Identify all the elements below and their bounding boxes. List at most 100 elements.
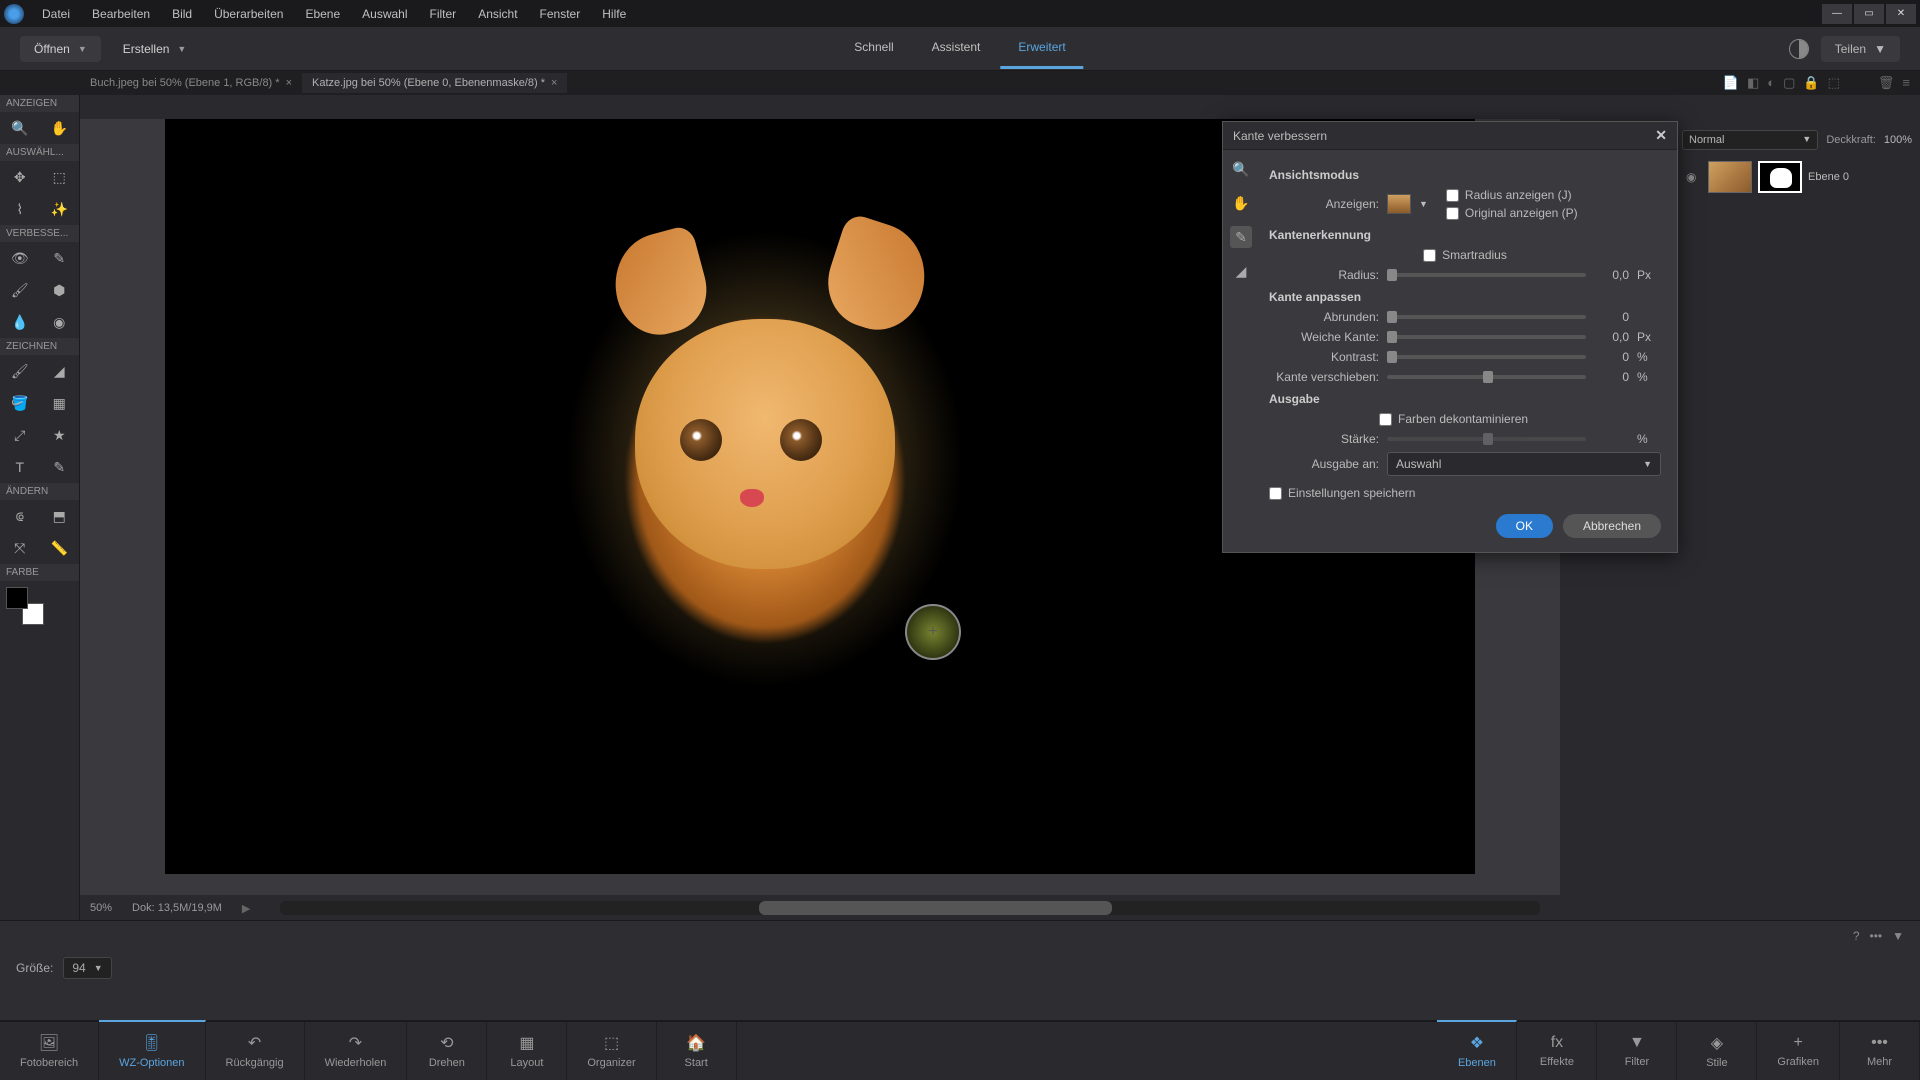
share-button[interactable]: Teilen ▼ <box>1821 36 1900 62</box>
shape-tool[interactable]: ★ <box>40 419 80 451</box>
smooth-value[interactable]: 0 <box>1594 310 1629 324</box>
menu-window[interactable]: Fenster <box>530 3 591 25</box>
graphics-panel-button[interactable]: +Grafiken <box>1757 1022 1840 1080</box>
close-icon[interactable]: × <box>286 77 292 89</box>
menu-help[interactable]: Hilfe <box>592 3 636 25</box>
adjustment-layer-icon[interactable]: ◐ <box>1767 75 1775 91</box>
dialog-zoom-tool[interactable]: 🔍 <box>1230 158 1252 180</box>
smart-brush-tool[interactable]: 🖌 <box>0 274 40 306</box>
chevron-down-icon[interactable]: ▼ <box>1419 199 1428 209</box>
layer-group-icon[interactable]: ◧ <box>1747 75 1759 91</box>
opacity-value[interactable]: 100% <box>1884 134 1912 146</box>
close-window-button[interactable]: ✕ <box>1886 4 1916 24</box>
view-mode-thumbnail[interactable] <box>1387 194 1411 214</box>
close-icon[interactable]: × <box>551 77 557 89</box>
layer-name[interactable]: Ebene 0 <box>1808 171 1849 183</box>
close-icon[interactable]: ✕ <box>1655 127 1667 144</box>
dialog-titlebar[interactable]: Kante verbessern ✕ <box>1223 122 1677 150</box>
spot-heal-tool[interactable]: ✎ <box>40 242 80 274</box>
minimize-button[interactable]: — <box>1822 4 1852 24</box>
lasso-tool[interactable]: ⌇ <box>0 193 40 225</box>
pencil-tool[interactable]: ✎ <box>40 451 80 483</box>
help-icon[interactable]: ? <box>1853 929 1860 943</box>
clone-stamp-tool[interactable]: ⬢ <box>40 274 80 306</box>
radius-slider[interactable] <box>1387 273 1586 277</box>
brush-size-input[interactable]: 94 ▼ <box>63 957 111 979</box>
link-icon[interactable]: ⬚ <box>1828 75 1840 91</box>
eraser-tool[interactable]: ◢ <box>40 355 80 387</box>
effects-panel-button[interactable]: fxEffekte <box>1517 1022 1597 1080</box>
gradient-tool[interactable]: ▦ <box>40 387 80 419</box>
blur-tool[interactable]: 💧 <box>0 306 40 338</box>
content-aware-tool[interactable]: ⤧ <box>0 532 40 564</box>
contrast-slider[interactable] <box>1387 355 1586 359</box>
recompose-tool[interactable]: ⬒ <box>40 500 80 532</box>
photo-bin-button[interactable]: 🖼Fotobereich <box>0 1022 99 1080</box>
smart-radius-checkbox[interactable]: Smartradius <box>1423 248 1507 262</box>
organizer-button[interactable]: ⬚Organizer <box>567 1022 656 1080</box>
crop-tool[interactable]: ⟃ <box>0 500 40 532</box>
layout-button[interactable]: ▦Layout <box>487 1022 567 1080</box>
rotate-button[interactable]: ⟲Drehen <box>407 1022 487 1080</box>
undo-button[interactable]: ↶Rückgängig <box>206 1022 305 1080</box>
panel-menu-icon[interactable]: ≡ <box>1902 75 1910 91</box>
smooth-slider[interactable] <box>1387 315 1586 319</box>
remember-settings-checkbox[interactable]: Einstellungen speichern <box>1269 486 1415 500</box>
options-menu-icon[interactable]: ••• <box>1870 929 1883 943</box>
layers-panel-button[interactable]: ❖Ebenen <box>1437 1020 1517 1080</box>
mode-quick-tab[interactable]: Schnell <box>836 28 911 69</box>
contrast-value[interactable]: 0 <box>1594 350 1629 364</box>
color-picker-tool[interactable]: ⤢ <box>0 419 40 451</box>
hand-tool[interactable]: ✋ <box>40 112 80 144</box>
menu-select[interactable]: Auswahl <box>352 3 417 25</box>
type-tool[interactable]: T <box>0 451 40 483</box>
shift-edge-value[interactable]: 0 <box>1594 370 1629 384</box>
refine-radius-brush-tool[interactable]: ✎ <box>1230 226 1252 248</box>
foreground-color-swatch[interactable] <box>6 587 28 609</box>
show-radius-checkbox[interactable]: Radius anzeigen (J) <box>1446 188 1661 202</box>
document-tab-0[interactable]: Buch.jpeg bei 50% (Ebene 1, RGB/8) * × <box>80 73 302 93</box>
menu-edit[interactable]: Bearbeiten <box>82 3 160 25</box>
visibility-toggle-icon[interactable]: ◉ <box>1686 170 1702 184</box>
lock-icon[interactable]: 🔒 <box>1803 75 1819 91</box>
magic-wand-tool[interactable]: ✨ <box>40 193 80 225</box>
scrollbar-thumb[interactable] <box>759 901 1112 915</box>
cancel-button[interactable]: Abbrechen <box>1563 514 1661 538</box>
erase-refinements-tool[interactable]: ◢ <box>1230 260 1252 282</box>
styles-panel-button[interactable]: ◈Stile <box>1677 1022 1757 1080</box>
mask-icon[interactable]: ▢ <box>1783 75 1795 91</box>
decontaminate-checkbox[interactable]: Farben dekontaminieren <box>1379 412 1528 426</box>
layer-thumbnail[interactable] <box>1708 161 1752 193</box>
collapse-icon[interactable]: ▼ <box>1892 929 1904 943</box>
brush-tool[interactable]: 🖌 <box>0 355 40 387</box>
menu-enhance[interactable]: Überarbeiten <box>204 3 293 25</box>
document-tab-1[interactable]: Katze.jpg bei 50% (Ebene 0, Ebenenmaske/… <box>302 73 567 93</box>
dialog-hand-tool[interactable]: ✋ <box>1230 192 1252 214</box>
amount-slider[interactable] <box>1387 437 1586 441</box>
straighten-tool[interactable]: 📏 <box>40 532 80 564</box>
show-original-checkbox[interactable]: Original anzeigen (P) <box>1446 206 1661 220</box>
mode-guided-tab[interactable]: Assistent <box>914 28 999 69</box>
output-to-dropdown[interactable]: Auswahl ▼ <box>1387 452 1661 476</box>
new-layer-icon[interactable]: 📄 <box>1723 75 1739 91</box>
blend-mode-dropdown[interactable]: Normal ▼ <box>1682 130 1818 150</box>
menu-image[interactable]: Bild <box>162 3 202 25</box>
menu-filter[interactable]: Filter <box>420 3 467 25</box>
mode-expert-tab[interactable]: Erweitert <box>1000 28 1083 69</box>
filters-panel-button[interactable]: ▼Filter <box>1597 1022 1677 1080</box>
menu-view[interactable]: Ansicht <box>468 3 527 25</box>
feather-value[interactable]: 0,0 <box>1594 330 1629 344</box>
layer-item-0[interactable]: ◉ Ebene 0 <box>1682 157 1912 197</box>
menu-file[interactable]: Datei <box>32 3 80 25</box>
layer-mask-thumbnail[interactable] <box>1758 161 1802 193</box>
create-button[interactable]: Erstellen ▼ <box>109 36 201 62</box>
theme-toggle-icon[interactable] <box>1789 39 1809 59</box>
horizontal-scrollbar[interactable] <box>280 901 1540 915</box>
ok-button[interactable]: OK <box>1496 514 1553 538</box>
radius-value[interactable]: 0,0 <box>1594 268 1629 282</box>
tool-options-button[interactable]: 🎚WZ-Optionen <box>99 1020 205 1080</box>
feather-slider[interactable] <box>1387 335 1586 339</box>
open-button[interactable]: Öffnen ▼ <box>20 36 101 62</box>
marquee-tool[interactable]: ⬚ <box>40 161 80 193</box>
more-panel-button[interactable]: •••Mehr <box>1840 1022 1920 1080</box>
